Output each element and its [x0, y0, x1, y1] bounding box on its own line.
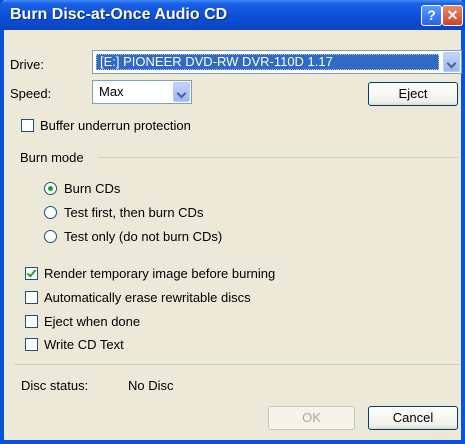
drive-value: [E:] PIONEER DVD-RW DVR-110D 1.17 — [100, 54, 333, 69]
burn-cds-label[interactable]: Burn CDs — [64, 181, 120, 196]
close-icon[interactable]: ✕ — [442, 5, 463, 26]
ok-button[interactable]: OK — [268, 406, 355, 430]
eject-button[interactable]: Eject — [368, 82, 458, 106]
render-image-label[interactable]: Render temporary image before burning — [44, 266, 275, 281]
burn-mode-divider — [98, 157, 458, 158]
speed-select[interactable]: Max — [92, 80, 192, 104]
burn-cds-radio[interactable] — [44, 182, 57, 195]
speed-label: Speed: — [10, 86, 52, 101]
burn-mode-label: Burn mode — [20, 150, 84, 165]
help-icon[interactable]: ? — [421, 5, 442, 26]
eject-when-done-checkbox[interactable] — [25, 315, 38, 328]
test-then-burn-radio[interactable] — [44, 206, 57, 219]
write-cd-text-checkbox[interactable] — [25, 338, 38, 351]
erase-rewritable-label[interactable]: Automatically erase rewritable discs — [44, 290, 251, 305]
erase-rewritable-checkbox[interactable] — [25, 291, 38, 304]
buffer-underrun-checkbox[interactable] — [21, 119, 34, 132]
disc-status-label: Disc status: — [21, 378, 89, 393]
window-title: Burn Disc-at-Once Audio CD — [10, 6, 228, 23]
drive-label: Drive: — [10, 57, 44, 72]
test-then-burn-label[interactable]: Test first, then burn CDs — [64, 205, 203, 220]
drive-select[interactable]: [E:] PIONEER DVD-RW DVR-110D 1.17 — [92, 50, 462, 74]
chevron-down-icon[interactable] — [173, 82, 190, 102]
test-only-label[interactable]: Test only (do not burn CDs) — [64, 229, 222, 244]
cancel-button[interactable]: Cancel — [368, 406, 458, 430]
test-only-radio[interactable] — [44, 230, 57, 243]
write-cd-text-label[interactable]: Write CD Text — [44, 337, 124, 352]
burn-dialog-window: Burn Disc-at-Once Audio CD ? ✕ Drive: [E… — [0, 0, 465, 444]
title-bar[interactable]: Burn Disc-at-Once Audio CD ? ✕ — [0, 0, 465, 30]
render-image-checkbox[interactable] — [25, 267, 38, 280]
status-divider — [14, 364, 459, 365]
chevron-down-icon[interactable] — [443, 52, 460, 72]
speed-value: Max — [99, 84, 124, 99]
disc-status-value: No Disc — [128, 378, 174, 393]
eject-when-done-label[interactable]: Eject when done — [44, 314, 140, 329]
buffer-underrun-label[interactable]: Buffer underrun protection — [40, 118, 191, 133]
